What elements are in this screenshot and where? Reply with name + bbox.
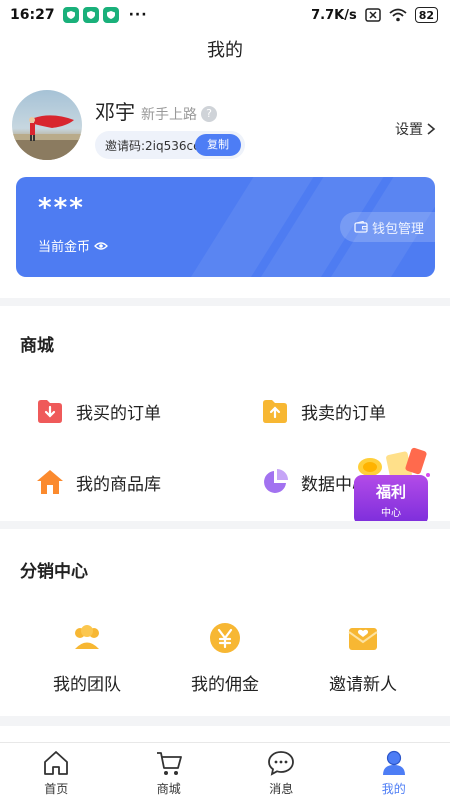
pie-chart-icon (261, 468, 289, 496)
message-icon (268, 751, 295, 776)
wallet-manage-button[interactable]: 钱包管理 (340, 212, 435, 242)
nav-label: 我的 (381, 782, 406, 796)
distribution-section-title: 分销中心 (20, 562, 88, 582)
nav-label: 首页 (44, 782, 69, 796)
my-commission[interactable]: 我的佣金 (150, 620, 300, 695)
wallet-card[interactable]: *** 当前金币 钱包管理 (16, 177, 435, 277)
invite-code-box: 邀请码:2iq536ce 复制 (95, 131, 245, 159)
section-divider (0, 521, 450, 529)
page-title: 我的 (207, 40, 243, 61)
mall-section-title: 商城 (20, 336, 54, 356)
section-divider (0, 716, 450, 726)
distribution-item-label: 邀请新人 (329, 675, 397, 695)
welfare-subtitle: 中心 (381, 508, 401, 519)
wallet-balance: *** (38, 193, 85, 223)
distribution-item-label: 我的团队 (53, 675, 121, 695)
welfare-center-badge[interactable]: 福利 中心 (340, 445, 440, 530)
shield-app-icon (102, 7, 119, 23)
settings-label: 设置 (395, 122, 423, 138)
battery-indicator: 82 (414, 7, 438, 23)
upload-folder-icon (261, 397, 289, 425)
my-sales-orders[interactable]: 我卖的订单 (261, 397, 386, 425)
distribution-item-label: 我的佣金 (191, 675, 259, 695)
my-purchase-orders[interactable]: 我买的订单 (36, 397, 161, 425)
cart-icon (156, 752, 182, 775)
home-icon (44, 751, 69, 775)
status-right: 7.7K/s 82 (311, 7, 438, 23)
status-bar: 16:27 ··· 7.7K/s 82 (0, 0, 450, 30)
invite-newcomers[interactable]: 邀请新人 (288, 620, 438, 695)
user-level: 新手上路 ? (141, 104, 217, 124)
nav-label: 商城 (156, 782, 181, 796)
no-sim-icon (364, 8, 381, 22)
settings-link[interactable]: 设置 (395, 119, 436, 139)
user-level-label: 新手上路 (141, 107, 197, 123)
chevron-right-icon (427, 123, 436, 135)
eye-icon[interactable] (94, 241, 108, 251)
mall-item-label: 我的商品库 (76, 474, 161, 495)
more-notifications-icon: ··· (128, 7, 148, 23)
my-team[interactable]: 我的团队 (12, 620, 162, 695)
username: 邓宇 (95, 100, 135, 124)
nav-label: 消息 (269, 782, 294, 796)
network-speed: 7.7K/s (311, 7, 357, 23)
shield-app-icon (62, 7, 79, 23)
user-icon (382, 750, 405, 775)
nav-mine[interactable]: 我的 (338, 743, 450, 800)
nav-home[interactable]: 首页 (0, 743, 113, 800)
my-product-library[interactable]: 我的商品库 (36, 468, 161, 496)
status-time: 16:27 (10, 7, 55, 23)
yen-coin-icon (210, 623, 240, 653)
mall-item-label: 我卖的订单 (301, 403, 386, 424)
download-folder-icon (36, 397, 64, 425)
section-divider (0, 298, 450, 306)
team-icon (75, 625, 99, 649)
avatar[interactable] (12, 90, 82, 160)
nav-messages[interactable]: 消息 (225, 743, 338, 800)
wallet-icon (354, 221, 368, 233)
nav-mall[interactable]: 商城 (113, 743, 226, 800)
avatar-photo (12, 115, 82, 160)
shield-app-icon (82, 7, 99, 23)
wallet-label-text: 当前金币 (38, 240, 91, 255)
welfare-box: 福利 中心 (354, 475, 428, 525)
home-icon (36, 468, 64, 496)
welfare-title: 福利 (375, 483, 406, 501)
invite-code: 邀请码:2iq536ce (105, 138, 201, 153)
wifi-icon (389, 8, 407, 22)
help-icon[interactable]: ? (201, 106, 217, 122)
invite-envelope-icon (348, 628, 378, 650)
copy-button[interactable]: 复制 (195, 134, 241, 156)
wallet-manage-label: 钱包管理 (372, 221, 425, 237)
bottom-navigation: 首页 商城 消息 我的 (0, 742, 450, 800)
mall-item-label: 我买的订单 (76, 403, 161, 424)
wallet-balance-label: 当前金币 (38, 236, 108, 255)
